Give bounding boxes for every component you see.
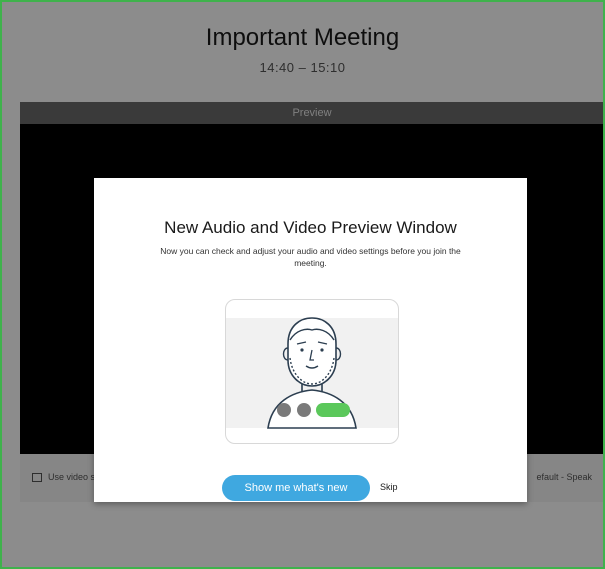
dialog-description: Now you can check and adjust your audio …: [160, 246, 461, 268]
toggle-pill-icon: [316, 403, 350, 417]
video-dot-icon: [297, 403, 311, 417]
mute-dot-icon: [277, 403, 291, 417]
preview-illustration: [225, 299, 399, 444]
skip-link[interactable]: Skip: [380, 482, 398, 492]
show-whats-new-button[interactable]: Show me what's new: [222, 475, 370, 501]
person-illustration: [226, 317, 398, 429]
dialog-title: New Audio and Video Preview Window: [164, 218, 457, 237]
app-frame: Important Meeting 14:40 – 15:10 Preview …: [0, 0, 605, 569]
whats-new-dialog: New Audio and Video Preview Window Now y…: [94, 178, 527, 502]
